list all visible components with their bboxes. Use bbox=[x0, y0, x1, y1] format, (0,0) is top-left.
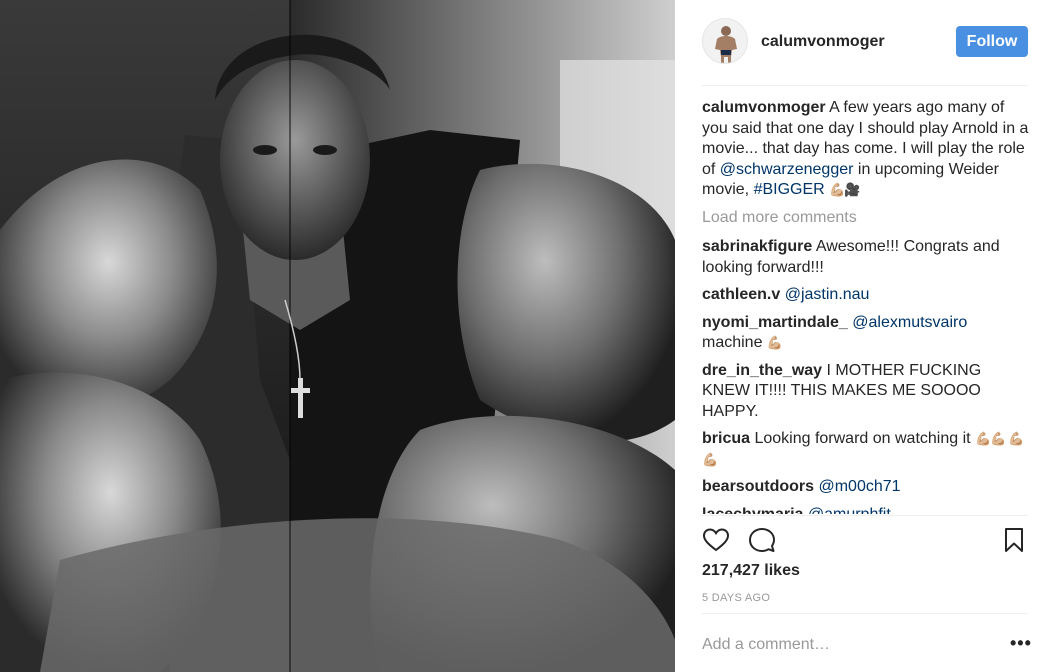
comment-username[interactable]: sabrinakfigure bbox=[702, 238, 812, 255]
comment-username[interactable]: bricua bbox=[702, 430, 750, 447]
avatar-image bbox=[703, 19, 747, 63]
divider bbox=[702, 515, 1028, 516]
speech-bubble-icon[interactable] bbox=[748, 526, 776, 554]
comment-username[interactable]: dre_in_the_way bbox=[702, 362, 822, 379]
caption: calumvonmoger A few years ago many of yo… bbox=[702, 98, 1032, 201]
comment-mention[interactable]: @m00ch71 bbox=[818, 478, 900, 495]
comment-mention[interactable]: @amurphfit bbox=[808, 506, 891, 515]
comment-mention[interactable]: @jastin.nau bbox=[785, 286, 870, 303]
post-header: calumvonmoger Follow bbox=[702, 16, 1028, 86]
heart-outline-icon[interactable] bbox=[702, 526, 730, 554]
avatar[interactable] bbox=[702, 18, 748, 64]
comment-username[interactable]: nyomi_martindale_ bbox=[702, 314, 848, 331]
caption-username[interactable]: calumvonmoger bbox=[702, 99, 826, 116]
list-item: cathleen.v @jastin.nau bbox=[702, 285, 1032, 306]
list-item: sabrinakfigure Awesome!!! Congrats and l… bbox=[702, 237, 1032, 278]
more-options-icon[interactable]: ••• bbox=[1010, 633, 1032, 654]
post-actions bbox=[702, 524, 1028, 556]
list-item: nyomi_martindale_ @alexmutsvairo machine… bbox=[702, 313, 1032, 354]
list-item: bearsoutdoors @m00ch71 bbox=[702, 477, 1032, 498]
post-timestamp[interactable]: 5 DAYS AGO bbox=[702, 592, 770, 604]
list-item: lacechymaria @amurphfit bbox=[702, 505, 1032, 515]
list-item: bricua Looking forward on watching it 💪🏼… bbox=[702, 429, 1032, 470]
caption-mention[interactable]: @schwarzenegger bbox=[720, 161, 854, 178]
list-item: dre_in_the_way I MOTHER FUCKING KNEW IT!… bbox=[702, 361, 1032, 423]
add-comment-input[interactable] bbox=[702, 630, 1002, 660]
comment-username[interactable]: cathleen.v bbox=[702, 286, 780, 303]
comment-username[interactable]: lacechymaria bbox=[702, 506, 803, 515]
caption-emoji: 💪🏼🎥 bbox=[829, 182, 860, 197]
post-side-panel: calumvonmoger Follow calumvonmoger A few… bbox=[675, 0, 1050, 672]
caption-hashtag[interactable]: #BIGGER bbox=[754, 181, 825, 198]
follow-button[interactable]: Follow bbox=[956, 26, 1028, 57]
comment-emoji: 💪🏼 bbox=[766, 335, 783, 350]
load-more-comments-link[interactable]: Load more comments bbox=[702, 208, 1032, 229]
comment-mention[interactable]: @alexmutsvairo bbox=[852, 314, 967, 331]
bookmark-icon[interactable] bbox=[1000, 526, 1028, 554]
comment-text-after: machine bbox=[702, 334, 767, 351]
comment-username[interactable]: bearsoutdoors bbox=[702, 478, 814, 495]
comments-list[interactable]: calumvonmoger A few years ago many of yo… bbox=[702, 98, 1032, 514]
post-photo-image bbox=[0, 0, 675, 672]
divider bbox=[702, 613, 1028, 614]
header-username[interactable]: calumvonmoger bbox=[761, 33, 885, 51]
likes-count[interactable]: 217,427 likes bbox=[702, 562, 800, 580]
comment-text: Looking forward on watching it bbox=[750, 430, 976, 447]
post-photo[interactable] bbox=[0, 0, 675, 672]
